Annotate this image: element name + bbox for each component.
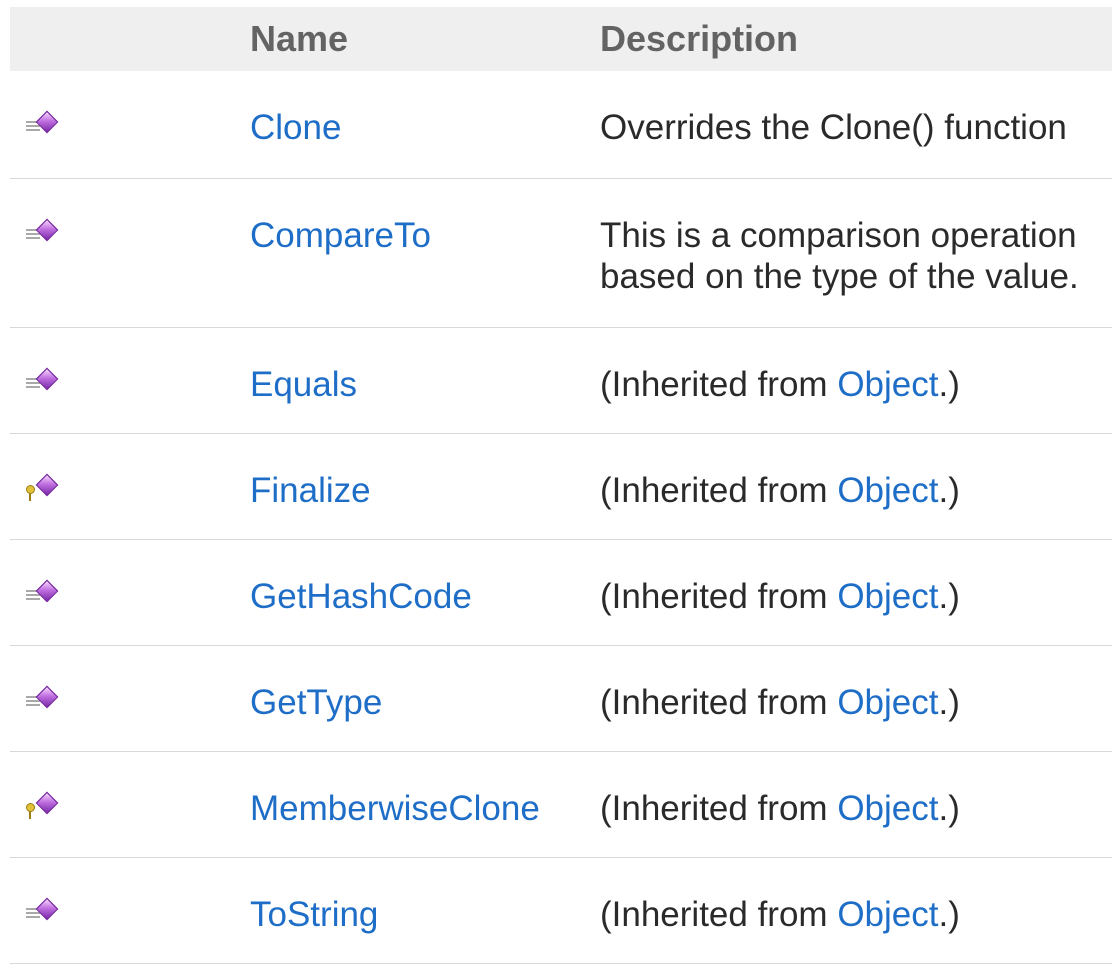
icon-cell: [10, 178, 238, 328]
object-link[interactable]: Object: [837, 683, 938, 722]
object-link[interactable]: Object: [837, 789, 938, 828]
icon-cell: [10, 751, 238, 858]
member-link-memberwiseclone[interactable]: MemberwiseClone: [250, 789, 540, 828]
member-link-compareto[interactable]: CompareTo: [250, 216, 431, 255]
inherited-text: (Inherited from: [600, 683, 838, 722]
name-cell: GetHashCode: [238, 539, 600, 646]
inherited-text: (Inherited from: [600, 365, 838, 404]
inherited-suffix: .): [938, 683, 960, 722]
public-method-icon: [26, 579, 66, 608]
name-cell: ToString: [238, 857, 600, 964]
description-cell: (Inherited from Object.): [600, 327, 1112, 434]
name-cell: Finalize: [238, 433, 600, 540]
member-link-gettype[interactable]: GetType: [250, 683, 382, 722]
name-cell: MemberwiseClone: [238, 751, 600, 858]
description-cell: (Inherited from Object.): [600, 751, 1112, 858]
member-link-finalize[interactable]: Finalize: [250, 471, 371, 510]
name-cell: GetType: [238, 645, 600, 752]
inherited-text: (Inherited from: [600, 789, 838, 828]
description-cell: This is a comparison operation based on …: [600, 178, 1112, 328]
object-link[interactable]: Object: [837, 365, 938, 404]
table-row-equals: Equals (Inherited from Object.): [10, 327, 1112, 434]
name-cell: CompareTo: [238, 178, 600, 328]
description-cell: (Inherited from Object.): [600, 645, 1112, 752]
table-row-memberwiseclone: MemberwiseClone (Inherited from Object.): [10, 751, 1112, 858]
inherited-suffix: .): [938, 577, 960, 616]
table-row-gethashcode: GetHashCode (Inherited from Object.): [10, 539, 1112, 646]
header-icon-column: [10, 7, 238, 71]
name-cell: Equals: [238, 327, 600, 434]
icon-cell: [10, 857, 238, 964]
member-link-gethashcode[interactable]: GetHashCode: [250, 577, 472, 616]
public-method-icon: [26, 367, 66, 396]
public-method-icon: [26, 110, 66, 139]
inherited-suffix: .): [938, 365, 960, 404]
member-link-tostring[interactable]: ToString: [250, 895, 378, 934]
object-link[interactable]: Object: [837, 895, 938, 934]
methods-table: Name Description Clone Overrides the Clo…: [10, 7, 1112, 964]
description-cell: (Inherited from Object.): [600, 857, 1112, 964]
description-cell: Overrides the Clone() function: [600, 71, 1112, 179]
table-row-gettype: GetType (Inherited from Object.): [10, 645, 1112, 752]
object-link[interactable]: Object: [837, 471, 938, 510]
icon-cell: [10, 433, 238, 540]
inherited-text: (Inherited from: [600, 895, 838, 934]
inherited-suffix: .): [938, 471, 960, 510]
object-link[interactable]: Object: [837, 577, 938, 616]
header-description: Description: [600, 7, 1112, 71]
icon-cell: [10, 645, 238, 752]
description-cell: (Inherited from Object.): [600, 433, 1112, 540]
member-link-clone[interactable]: Clone: [250, 108, 341, 147]
protected-method-icon: [26, 791, 66, 820]
icon-cell: [10, 71, 238, 179]
inherited-suffix: .): [938, 789, 960, 828]
public-method-icon: [26, 897, 66, 926]
icon-cell: [10, 539, 238, 646]
table-row-compareto: CompareTo This is a comparison operation…: [10, 178, 1112, 328]
public-method-icon: [26, 685, 66, 714]
inherited-suffix: .): [938, 895, 960, 934]
table-row-finalize: Finalize (Inherited from Object.): [10, 433, 1112, 540]
protected-method-icon: [26, 473, 66, 502]
public-method-icon: [26, 218, 66, 247]
table-row-clone: Clone Overrides the Clone() function: [10, 71, 1112, 179]
name-cell: Clone: [238, 71, 600, 179]
header-name: Name: [238, 7, 600, 71]
inherited-text: (Inherited from: [600, 577, 838, 616]
member-link-equals[interactable]: Equals: [250, 365, 357, 404]
inherited-text: (Inherited from: [600, 471, 838, 510]
icon-cell: [10, 327, 238, 434]
description-cell: (Inherited from Object.): [600, 539, 1112, 646]
table-row-tostring: ToString (Inherited from Object.): [10, 857, 1112, 964]
table-header-row: Name Description: [10, 7, 1112, 71]
